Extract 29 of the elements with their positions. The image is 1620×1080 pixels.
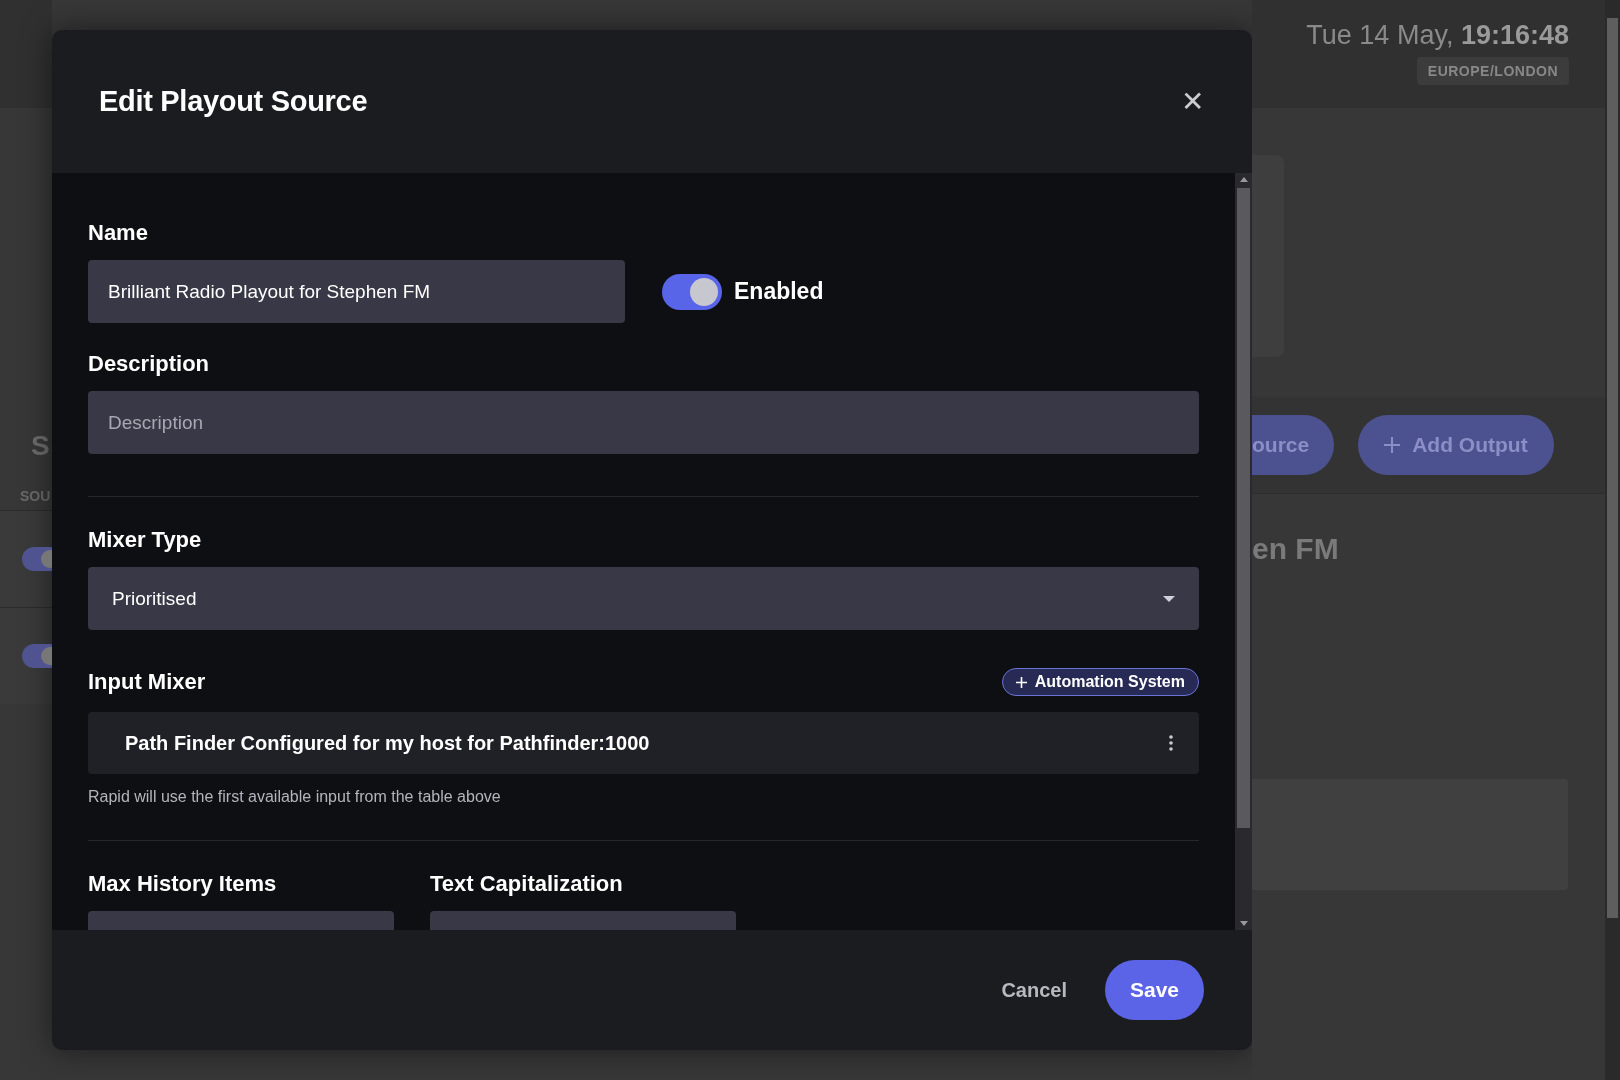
field-label: Name — [88, 220, 148, 246]
name-field[interactable]: Brilliant Radio Playout for Stephen FM — [88, 260, 625, 323]
field-label: Max History Items — [88, 871, 278, 897]
mixer-type-dropdown[interactable]: Prioritised — [88, 567, 1199, 630]
cancel-button[interactable]: Cancel — [995, 977, 1073, 1003]
plus-icon — [1384, 437, 1401, 453]
dialog-title: Edit Playout Source — [99, 85, 368, 118]
plus-icon — [1015, 676, 1027, 688]
save-button[interactable]: Save — [1105, 960, 1204, 1020]
toggle-label: Enabled — [734, 278, 824, 305]
scrollbar[interactable] — [1605, 0, 1620, 1080]
field-label: Description — [88, 351, 210, 377]
scrollbar[interactable] — [1235, 173, 1252, 930]
helper-text: Rapid will use the first available input from the table above — [88, 788, 501, 806]
description-field[interactable]: Description — [88, 391, 1199, 454]
toggle-switch[interactable] — [22, 547, 52, 571]
field-label: Text Capitalization — [430, 871, 624, 897]
field-label: Mixer Type — [88, 527, 202, 553]
add-automation-button[interactable]: Automation System — [1001, 668, 1199, 696]
toggle-switch[interactable] — [662, 273, 722, 310]
more-icon[interactable] — [1169, 735, 1173, 751]
source-title: en FM — [1252, 532, 1340, 566]
caret-icon — [1163, 595, 1175, 602]
toggle-switch[interactable] — [22, 644, 52, 668]
list-row[interactable]: Path Finder Configured for my host for Pathfinder:1000 — [88, 712, 1199, 774]
field-label: Input Mixer — [88, 669, 206, 695]
date-time: Tue 14 May, 19:16:48 — [1306, 20, 1569, 51]
timezone-badge: EUROPE/LONDON — [1416, 57, 1569, 85]
close-button[interactable]: ✕ — [1177, 85, 1208, 118]
